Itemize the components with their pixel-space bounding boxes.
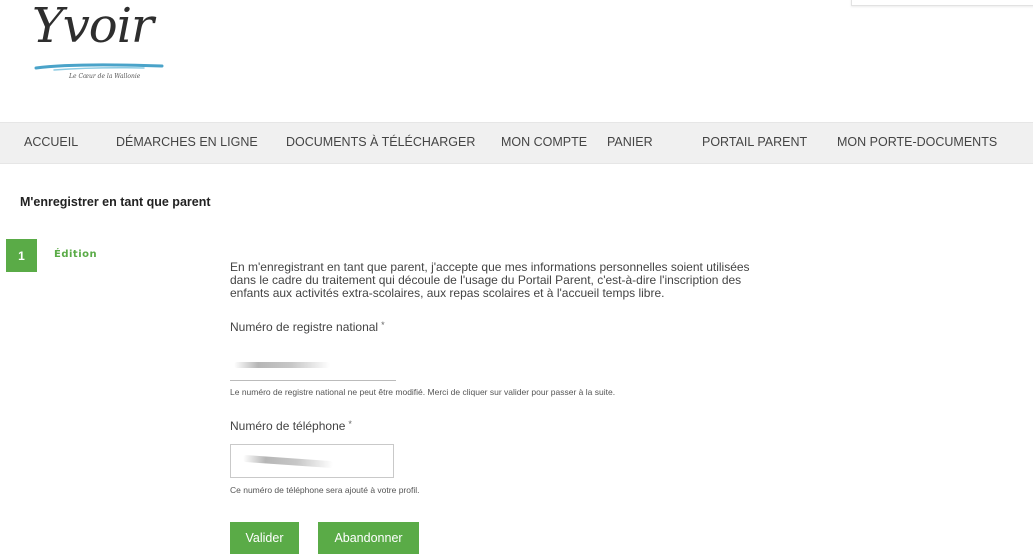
nav-item-portail-parent[interactable]: PORTAIL PARENT	[702, 135, 807, 149]
phone-label: Numéro de téléphone *	[230, 419, 352, 433]
validate-button[interactable]: Valider	[230, 522, 299, 554]
phone-value-redacted	[242, 454, 334, 469]
page-title: M'enregistrer en tant que parent	[20, 195, 211, 209]
nav-item-accueil[interactable]: ACCUEIL	[24, 135, 78, 149]
consent-text: En m'enregistrant en tant que parent, j'…	[230, 261, 830, 300]
logo-tagline: Le Cœur de la Wallonie	[69, 73, 141, 80]
required-marker: *	[348, 419, 352, 429]
nrn-field	[230, 380, 396, 381]
logo-swoosh-icon	[34, 63, 164, 71]
step-label: Édition	[54, 249, 98, 260]
phone-label-text: Numéro de téléphone	[230, 419, 346, 433]
site-logo[interactable]: Yvoir Le Cœur de la Wallonie	[28, 0, 188, 86]
consent-text-line: enfants aux activités extra-scolaires, a…	[230, 286, 665, 300]
step-number-badge: 1	[6, 239, 37, 272]
nrn-label-text: Numéro de registre national	[230, 320, 379, 334]
nrn-value-redacted	[234, 362, 330, 368]
nav-item-porte-documents[interactable]: MON PORTE-DOCUMENTS	[837, 135, 997, 149]
nrn-help-text: Le numéro de registre national ne peut ê…	[230, 387, 616, 397]
nav-item-panier[interactable]: PANIER	[607, 135, 653, 149]
nav-item-mon-compte[interactable]: MON COMPTE	[501, 135, 587, 149]
nrn-label: Numéro de registre national *	[230, 320, 385, 334]
nav-item-demarches[interactable]: DÉMARCHES EN LIGNE	[116, 135, 258, 149]
main-navigation: ACCUEIL DÉMARCHES EN LIGNE DOCUMENTS À T…	[0, 122, 1033, 164]
logo-wordmark: Yvoir	[32, 0, 154, 54]
nav-item-documents[interactable]: DOCUMENTS À TÉLÉCHARGER	[286, 135, 475, 149]
cancel-button[interactable]: Abandonner	[318, 522, 419, 554]
top-right-widget	[851, 0, 1033, 6]
phone-input[interactable]	[230, 444, 394, 478]
phone-help-text: Ce numéro de téléphone sera ajouté à vot…	[230, 485, 420, 495]
required-marker: *	[381, 320, 385, 330]
